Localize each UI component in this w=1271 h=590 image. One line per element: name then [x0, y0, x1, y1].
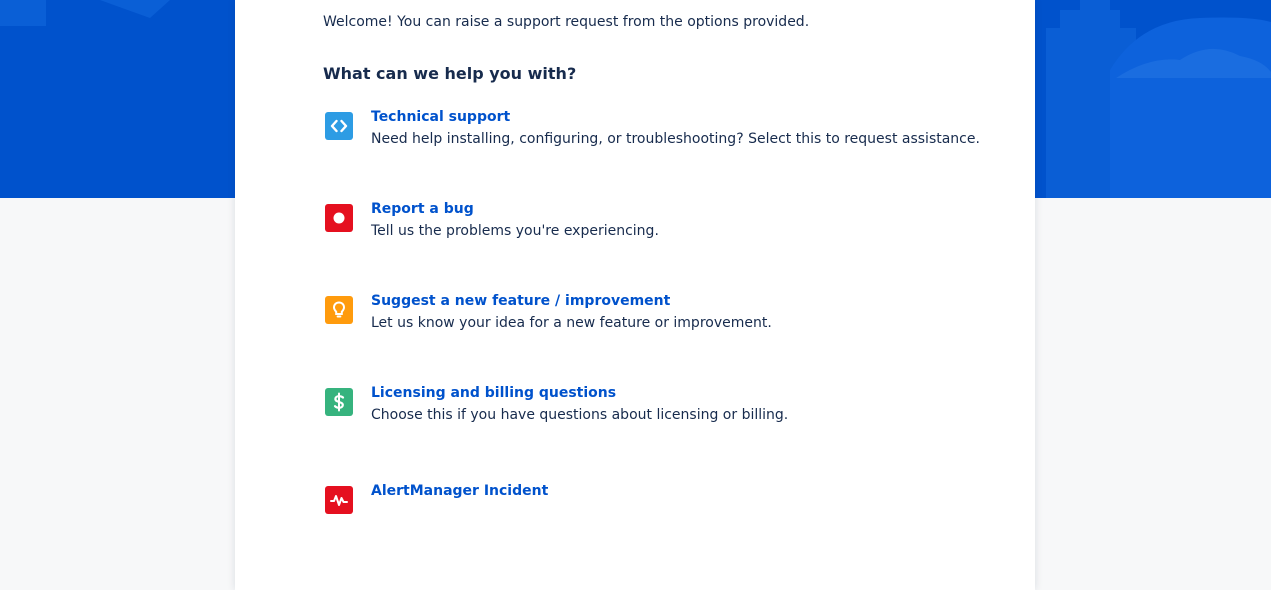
request-type-technical-support[interactable]: Technical support Need help installing, … — [323, 108, 980, 156]
request-type-description: Choose this if you have questions about … — [371, 407, 789, 423]
request-type-alertmanager-incident[interactable]: AlertManager Incident — [323, 482, 963, 530]
code-brackets-icon — [325, 112, 353, 140]
request-type-card: Welcome! You can raise a support request… — [235, 0, 1035, 590]
request-type-licensing-billing[interactable]: Licensing and billing questions Choose t… — [323, 384, 963, 432]
help-heading: What can we help you with? — [323, 64, 577, 83]
request-type-title[interactable]: Suggest a new feature / improvement — [371, 292, 670, 310]
request-type-suggest-feature[interactable]: Suggest a new feature / improvement Let … — [323, 292, 963, 340]
welcome-message: Welcome! You can raise a support request… — [323, 14, 810, 30]
request-type-report-bug[interactable]: Report a bug Tell us the problems you're… — [323, 200, 963, 248]
lightbulb-icon — [325, 296, 353, 324]
request-type-description: Need help installing, configuring, or tr… — [371, 131, 980, 147]
request-type-title[interactable]: Report a bug — [371, 200, 474, 218]
request-type-title[interactable]: AlertManager Incident — [371, 482, 548, 500]
request-type-description: Tell us the problems you're experiencing… — [371, 223, 659, 239]
request-type-description: Let us know your idea for a new feature … — [371, 315, 772, 331]
bug-record-icon — [325, 204, 353, 232]
request-type-title[interactable]: Technical support — [371, 108, 510, 126]
pulse-icon — [325, 486, 353, 514]
dollar-icon — [325, 388, 353, 416]
request-type-title[interactable]: Licensing and billing questions — [371, 384, 616, 402]
